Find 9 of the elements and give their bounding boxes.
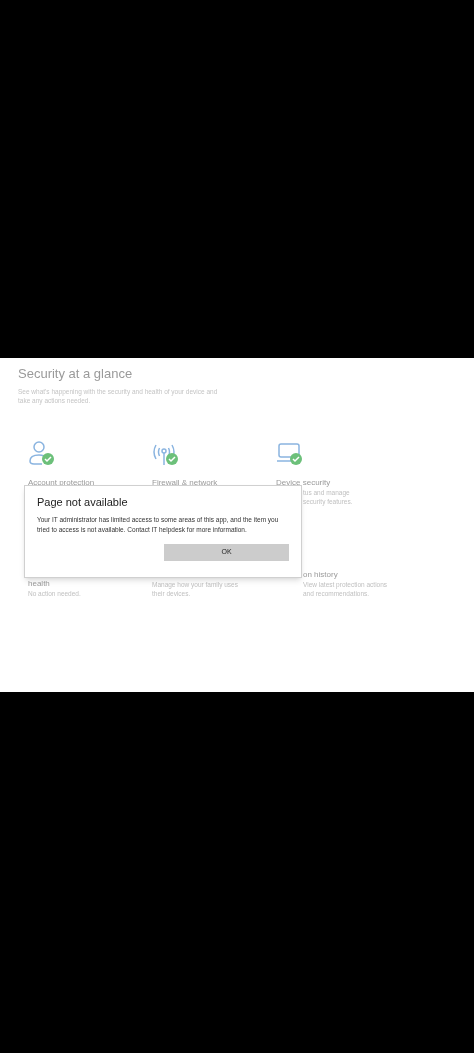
- tile-title[interactable]: health: [28, 579, 50, 589]
- tile-title[interactable]: on history: [303, 570, 338, 580]
- dialog-title: Page not available: [37, 495, 129, 509]
- tile-title[interactable]: Account protection: [28, 478, 95, 488]
- laptop-check-icon: [276, 441, 304, 467]
- tile-title[interactable]: Firewall & network: [152, 478, 218, 488]
- person-check-icon: [28, 441, 56, 467]
- page-title: Security at a glance: [18, 366, 134, 382]
- tile-title[interactable]: Device security: [276, 478, 331, 488]
